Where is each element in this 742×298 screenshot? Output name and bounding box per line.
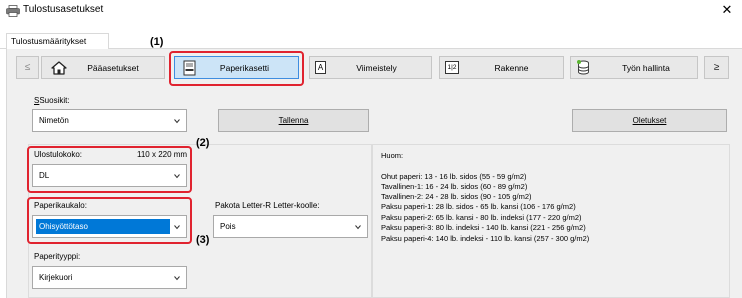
close-button[interactable]: ✕ xyxy=(718,1,736,19)
scroll-left-button[interactable]: ≤ xyxy=(16,56,39,79)
notes-line: Paksu paperi-1: 28 lb. sidos - 65 lb. ka… xyxy=(381,202,576,211)
callout-label-3: (3) xyxy=(196,234,210,246)
tab-print-settings[interactable]: Tulostusmääritykset xyxy=(6,33,109,49)
force-letter-select[interactable]: Pois xyxy=(213,215,368,238)
defaults-button[interactable]: Oletukset xyxy=(572,109,727,132)
chevron-down-icon xyxy=(174,119,180,124)
nav-button-layout[interactable]: 1|2 Rakenne xyxy=(439,56,564,79)
nav-label-layout: Rakenne xyxy=(494,62,529,73)
scroll-left-label: ≤ xyxy=(24,62,31,73)
chevron-down-icon xyxy=(355,225,361,230)
printer-icon xyxy=(6,5,20,17)
nav-button-finishing[interactable]: A Viimeistely xyxy=(309,56,432,79)
nav-label-main-settings: Pääasetukset xyxy=(87,62,139,73)
paper-type-value: Kirjekuori xyxy=(39,273,73,282)
title-bar xyxy=(0,0,742,22)
force-letter-value: Pois xyxy=(220,222,236,231)
save-button-label: Tallenna xyxy=(278,116,309,125)
favorites-value: Nimetön xyxy=(39,116,69,125)
favorites-select[interactable]: Nimetön xyxy=(32,109,187,132)
defaults-button-label: Oletukset xyxy=(632,116,667,125)
notes-line: Paksu paperi-3: 80 lb. indeksi - 140 lb.… xyxy=(381,223,586,232)
notes-line: Paksu paperi-4: 140 lb. indeksi - 110 lb… xyxy=(381,234,590,243)
notes-title: Huom: xyxy=(381,151,404,160)
save-button[interactable]: Tallenna xyxy=(218,109,369,132)
scroll-right-button[interactable]: ≥ xyxy=(704,56,729,79)
notes-line: Tavallinen-1: 16 - 24 lb. sidos (60 - 89… xyxy=(381,182,528,191)
notes-line: Paksu paperi-2: 65 lb. kansi - 80 lb. in… xyxy=(381,213,582,222)
paper-type-select[interactable]: Kirjekuori xyxy=(32,266,187,289)
nav-label-job-handling: Työn hallinta xyxy=(622,62,670,73)
paper-type-label: Paperityyppi: xyxy=(34,252,81,261)
chevron-down-icon xyxy=(174,276,180,281)
nav-button-main-settings[interactable]: Pääasetukset xyxy=(41,56,165,79)
favorites-label-text: Suosikit: xyxy=(39,96,70,105)
nav-label-finishing: Viimeistely xyxy=(356,62,397,73)
notes-line: Tavallinen-2: 24 - 28 lb. sidos (90 - 10… xyxy=(381,192,532,201)
callout-label-2: (2) xyxy=(196,137,210,149)
force-letter-label: Pakota Letter-R Letter-koolle: xyxy=(215,201,320,210)
callout-box-3 xyxy=(27,197,192,244)
nav-button-job-handling[interactable]: Työn hallinta xyxy=(570,56,698,79)
scroll-right-label: ≥ xyxy=(713,62,720,73)
callout-label-1: (1) xyxy=(150,36,164,48)
callout-box-2 xyxy=(27,146,192,193)
window-title: Tulostusasetukset xyxy=(23,4,104,15)
favorites-label: SSuosikit: xyxy=(34,96,70,105)
callout-box-1 xyxy=(169,51,304,86)
notes-line: Ohut paperi: 13 - 16 lb. sidos (55 - 59 … xyxy=(381,172,527,181)
